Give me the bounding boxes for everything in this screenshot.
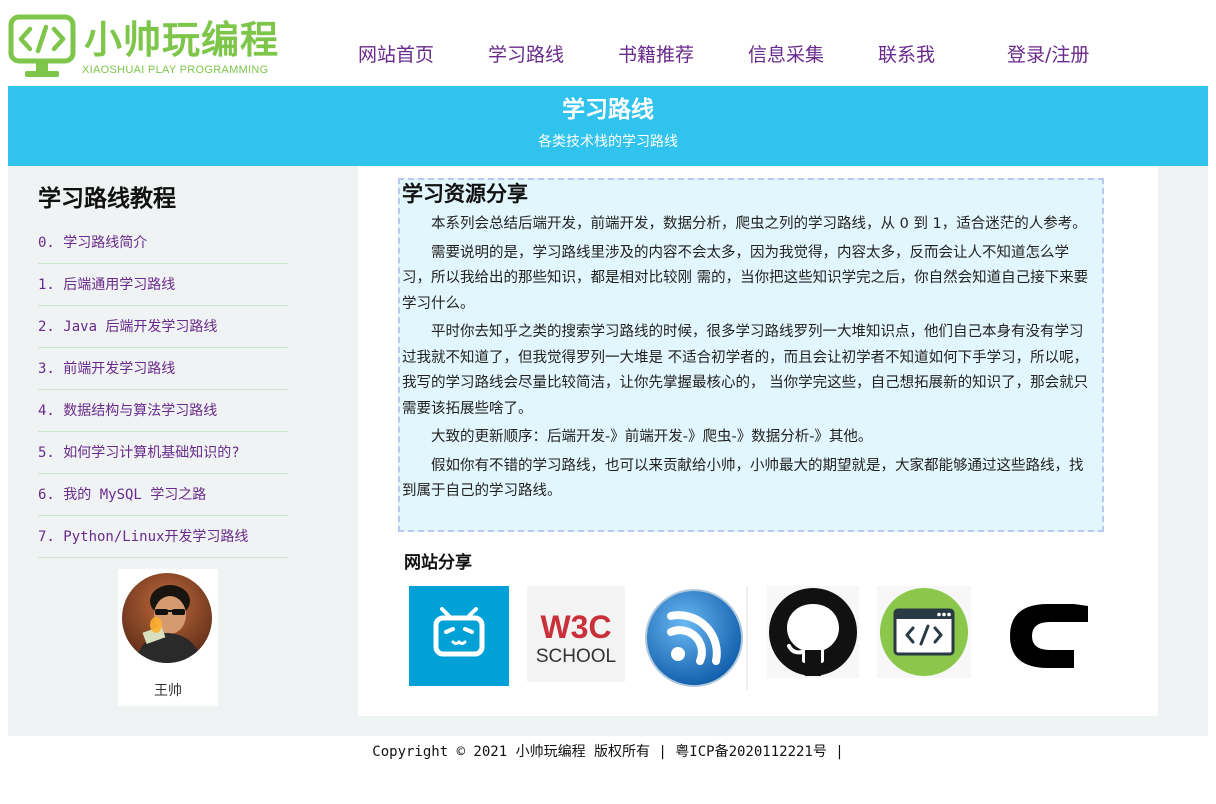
- avatar: [122, 573, 212, 663]
- sidebar-item-frontend[interactable]: 3. 前端开发学习路线: [38, 348, 288, 390]
- bilibili-icon: [409, 586, 509, 686]
- github-icon: [769, 588, 857, 676]
- share-paragraph: 大致的更新顺序：后端开发-》前端开发-》爬虫-》数据分析-》其他。: [431, 429, 873, 445]
- share-body: 本系列会总结后端开发，前端开发，数据分析，爬虫之列的学习路线，从 0 到 1，适…: [402, 212, 1092, 508]
- author-name: 王帅: [154, 683, 182, 699]
- sidebar-title: 学习路线教程: [38, 186, 176, 212]
- sidebar-list: 0. 学习路线简介 1. 后端通用学习路线 2. Java 后端开发学习路线 3…: [38, 222, 288, 558]
- site-code[interactable]: [877, 586, 971, 678]
- logo-title: 小帅玩编程: [84, 18, 280, 62]
- nav-learning-path[interactable]: 学习路线: [488, 42, 564, 68]
- main-content: 学习资源分享 本系列会总结后端开发，前端开发，数据分析，爬虫之列的学习路线，从 …: [358, 166, 1158, 716]
- code-monitor-logo-icon: [8, 14, 76, 77]
- share-paragraph: 本系列会总结后端开发，前端开发，数据分析，爬虫之列的学习路线，从 0 到 1，适…: [431, 216, 1087, 232]
- resource-share-box: 学习资源分享 本系列会总结后端开发，前端开发，数据分析，爬虫之列的学习路线，从 …: [398, 178, 1104, 532]
- site-bilibili[interactable]: [409, 586, 509, 686]
- banner-subtitle: 各类技术栈的学习路线: [538, 134, 678, 150]
- share-paragraph: 假如你有不错的学习路线，也可以来贡献给小帅，小帅最大的期望就是，大家都能够通过这…: [402, 457, 1084, 500]
- site-w3cschool[interactable]: W3C SCHOOL: [527, 586, 625, 682]
- sidebar-item-python-linux[interactable]: 7. Python/Linux开发学习路线: [38, 516, 288, 558]
- page-banner: 学习路线 各类技术栈的学习路线: [8, 86, 1208, 166]
- sidebar-item-algorithms[interactable]: 4. 数据结构与算法学习路线: [38, 390, 288, 432]
- code-icon: [880, 588, 968, 676]
- site-c-language[interactable]: [990, 586, 1090, 686]
- site-github[interactable]: [767, 586, 859, 678]
- site-footer: Copyright © 2021 小帅玩编程 版权所有 | 粤ICP备20201…: [372, 744, 844, 760]
- sidebar: 学习路线教程 0. 学习路线简介 1. 后端通用学习路线 2. Java 后端开…: [8, 166, 358, 736]
- author-card: 王帅: [118, 569, 218, 706]
- banner-title: 学习路线: [562, 97, 654, 123]
- sidebar-item-backend-general[interactable]: 1. 后端通用学习路线: [38, 264, 288, 306]
- sidebar-item-intro[interactable]: 0. 学习路线简介: [38, 222, 288, 264]
- nav-info-collect[interactable]: 信息采集: [748, 42, 824, 68]
- site-logo[interactable]: 小帅玩编程 XIAOSHUAI PLAY PROGRAMMING: [8, 14, 288, 82]
- sidebar-item-java-backend[interactable]: 2. Java 后端开发学习路线: [38, 306, 288, 348]
- nav-books[interactable]: 书籍推荐: [618, 42, 694, 68]
- nav-home[interactable]: 网站首页: [358, 42, 434, 68]
- nav-contact[interactable]: 联系我: [878, 42, 935, 68]
- sites-title: 网站分享: [404, 553, 472, 573]
- nav-login-register[interactable]: 登录/注册: [1007, 42, 1089, 68]
- rss-icon: [645, 586, 748, 690]
- share-paragraph: 需要说明的是，学习路线里涉及的内容不会太多，因为我觉得，内容太多，反而会让人不知…: [402, 244, 1089, 312]
- logo-subtitle: XIAOSHUAI PLAY PROGRAMMING: [82, 64, 269, 76]
- site-header: 小帅玩编程 XIAOSHUAI PLAY PROGRAMMING 网站首页 学习…: [0, 0, 1216, 86]
- share-title: 学习资源分享: [402, 182, 528, 206]
- avatar-image: [122, 573, 212, 663]
- school-text: SCHOOL: [536, 646, 616, 667]
- sidebar-item-cs-basics[interactable]: 5. 如何学习计算机基础知识的?: [38, 432, 288, 474]
- share-paragraph: 平时你去知乎之类的搜索学习路线的时候，很多学习路线罗列一大堆知识点，他们自己本身…: [402, 324, 1089, 417]
- c-language-icon: [1010, 604, 1088, 668]
- w3cschool-icon: W3C SCHOOL: [536, 609, 616, 667]
- w3c-text: W3C: [540, 609, 611, 645]
- site-rss[interactable]: [640, 586, 748, 690]
- sidebar-item-mysql[interactable]: 6. 我的 MySQL 学习之路: [38, 474, 288, 516]
